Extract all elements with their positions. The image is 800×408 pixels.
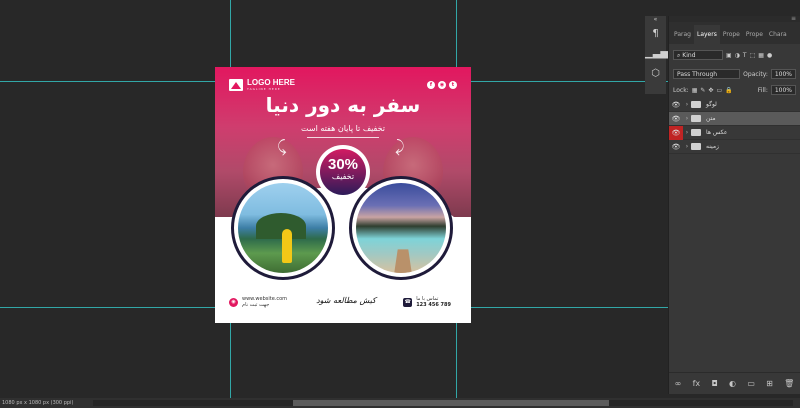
tab-character[interactable]: Chara [766, 31, 790, 44]
curly-arrow-icon: ⤸ [395, 137, 405, 156]
fill-input[interactable]: 100% [770, 85, 796, 95]
filter-row: ⌕ Kind ▣ ◑ T ⬚ ▦ ● [669, 44, 800, 66]
logo-tagline: TAGLINE HERE [247, 87, 281, 91]
blend-mode-select[interactable]: Pass Through [673, 69, 741, 79]
blend-row: Pass Through Opacity: 100% [669, 66, 800, 82]
layer-name: زمینه [706, 143, 719, 150]
panel-tabs: Parag Layers Prope Prope Chara [669, 22, 800, 44]
pier-shape [392, 249, 414, 273]
scrollbar-thumb[interactable] [293, 400, 609, 406]
lock-artboard-icon[interactable]: ▭ [716, 87, 722, 94]
globe-icon: ◉ [229, 297, 238, 307]
headline: سفر به دور دنیا [265, 93, 421, 117]
panel-header-bar: ≡ [669, 15, 800, 22]
phone-icon: ☎ [403, 297, 413, 307]
tab-paragraph[interactable]: Parag [671, 31, 694, 44]
add-mask-icon[interactable]: ◘ [711, 379, 717, 388]
filter-kind-select[interactable]: ⌕ Kind [673, 50, 723, 60]
visibility-eye-icon[interactable]: 👁 [669, 125, 683, 140]
tab-properties[interactable]: Prope [720, 31, 743, 44]
mountain-logo-icon [229, 79, 243, 91]
trash-icon[interactable]: 🗑 [784, 379, 794, 388]
adjustment-layer-icon[interactable]: ◐ [729, 379, 736, 388]
new-layer-icon[interactable]: ⊞ [766, 379, 773, 388]
footer-website: ◉ www.website.com جهت ثبت نام [229, 296, 287, 308]
folder-icon [691, 101, 701, 108]
search-icon: ⌕ [677, 52, 681, 59]
horizontal-scrollbar[interactable] [93, 400, 793, 406]
visibility-eye-icon[interactable]: 👁 [669, 101, 683, 109]
filter-toggle-icon[interactable]: ● [767, 52, 772, 59]
lock-move-icon[interactable]: ✥ [708, 87, 713, 94]
layers-panel: ≡ Parag Layers Prope Prope Chara ⌕ Kind … [668, 15, 800, 394]
visibility-eye-icon[interactable]: 👁 [669, 143, 683, 151]
instagram-icon: ◉ [438, 81, 446, 89]
folder-icon [691, 143, 701, 150]
collapse-icon[interactable]: « [645, 16, 666, 24]
footer-contact: ☎ تماس با ما 123 456 789 [403, 296, 451, 308]
phone-number: 123 456 789 [416, 302, 451, 308]
tab-properties-2[interactable]: Prope [743, 31, 766, 44]
chevron-right-icon[interactable]: › [683, 129, 691, 136]
chevron-right-icon[interactable]: › [683, 115, 691, 122]
cube-3d-icon[interactable]: ⬡ [645, 64, 666, 84]
layer-row[interactable]: 👁 › عکس ها [669, 125, 800, 140]
logo: LOGO HERE TAGLINE HERE [229, 79, 295, 91]
social-icons: f ◉ t [427, 81, 457, 89]
lock-brush-icon[interactable]: ✎ [700, 87, 705, 94]
layer-name: لوگو [706, 101, 717, 108]
fill-label: Fill: [757, 86, 768, 94]
opacity-input[interactable]: 100% [770, 69, 796, 79]
lock-all-icon[interactable]: 🔒 [725, 87, 732, 94]
signup-text: جهت ثبت نام [242, 302, 270, 308]
photo-resort-pier [349, 176, 453, 280]
layer-row[interactable]: 👁 › متن [669, 112, 800, 126]
visibility-eye-icon[interactable]: 👁 [669, 115, 683, 123]
chevron-right-icon[interactable]: › [683, 101, 691, 108]
discount-value: 30% [327, 156, 359, 173]
curly-arrow-icon: ⤹ [277, 137, 287, 156]
footer-tagline: کیش مطالعه شود [316, 296, 376, 305]
panel-menu-icon[interactable]: ≡ [791, 15, 796, 22]
logo-text: LOGO HERE [247, 78, 296, 87]
tab-layers[interactable]: Layers [693, 25, 720, 44]
layers-bottom-toolbar: ∞ fx ◘ ◐ ▭ ⊞ 🗑 [669, 372, 800, 394]
histogram-icon[interactable]: ▁▃▅ [645, 44, 668, 64]
type-filter-icon[interactable]: T [743, 52, 747, 59]
new-group-icon[interactable]: ▭ [747, 379, 755, 388]
facebook-icon: f [427, 81, 435, 89]
shape-filter-icon[interactable]: ⬚ [750, 52, 756, 59]
layer-row[interactable]: 👁 › زمینه [669, 140, 800, 154]
adjustment-filter-icon[interactable]: ◑ [735, 52, 740, 59]
subheadline: تخفیف تا پایان هفته است [301, 124, 385, 133]
photo-woman-island [231, 176, 335, 280]
divider [307, 137, 379, 138]
layer-name: متن [706, 115, 716, 122]
person-figure [282, 229, 292, 263]
lock-label: Lock: [673, 86, 689, 94]
fx-icon[interactable]: fx [693, 379, 701, 388]
chevron-right-icon[interactable]: › [683, 143, 691, 150]
document-size: 1080 px x 1080 px (300 ppi) [2, 400, 74, 406]
status-bar: 1080 px x 1080 px (300 ppi) [0, 398, 800, 408]
smart-filter-icon[interactable]: ▦ [758, 52, 764, 59]
layer-row[interactable]: 👁 › لوگو [669, 98, 800, 112]
canvas-artboard[interactable]: LOGO HERE TAGLINE HERE f ◉ t سفر به دور … [215, 67, 471, 323]
link-layers-icon[interactable]: ∞ [675, 379, 682, 388]
paragraph-icon[interactable]: ¶ [645, 24, 666, 44]
panel-icon-strip: « ¶ ▁▃▅ ⬡ [645, 16, 668, 94]
folder-icon [691, 129, 701, 136]
image-filter-icon[interactable]: ▣ [726, 52, 732, 59]
twitter-icon: t [449, 81, 457, 89]
layer-name: عکس ها [706, 129, 728, 136]
discount-label: تخفیف [331, 172, 355, 181]
discount-badge: 30% تخفیف [316, 145, 370, 199]
lock-row: Lock: ▦ ✎ ✥ ▭ 🔒 Fill: 100% [669, 82, 800, 98]
folder-icon [691, 115, 701, 122]
opacity-label: Opacity: [743, 70, 768, 78]
lock-pixels-icon[interactable]: ▦ [692, 87, 698, 94]
